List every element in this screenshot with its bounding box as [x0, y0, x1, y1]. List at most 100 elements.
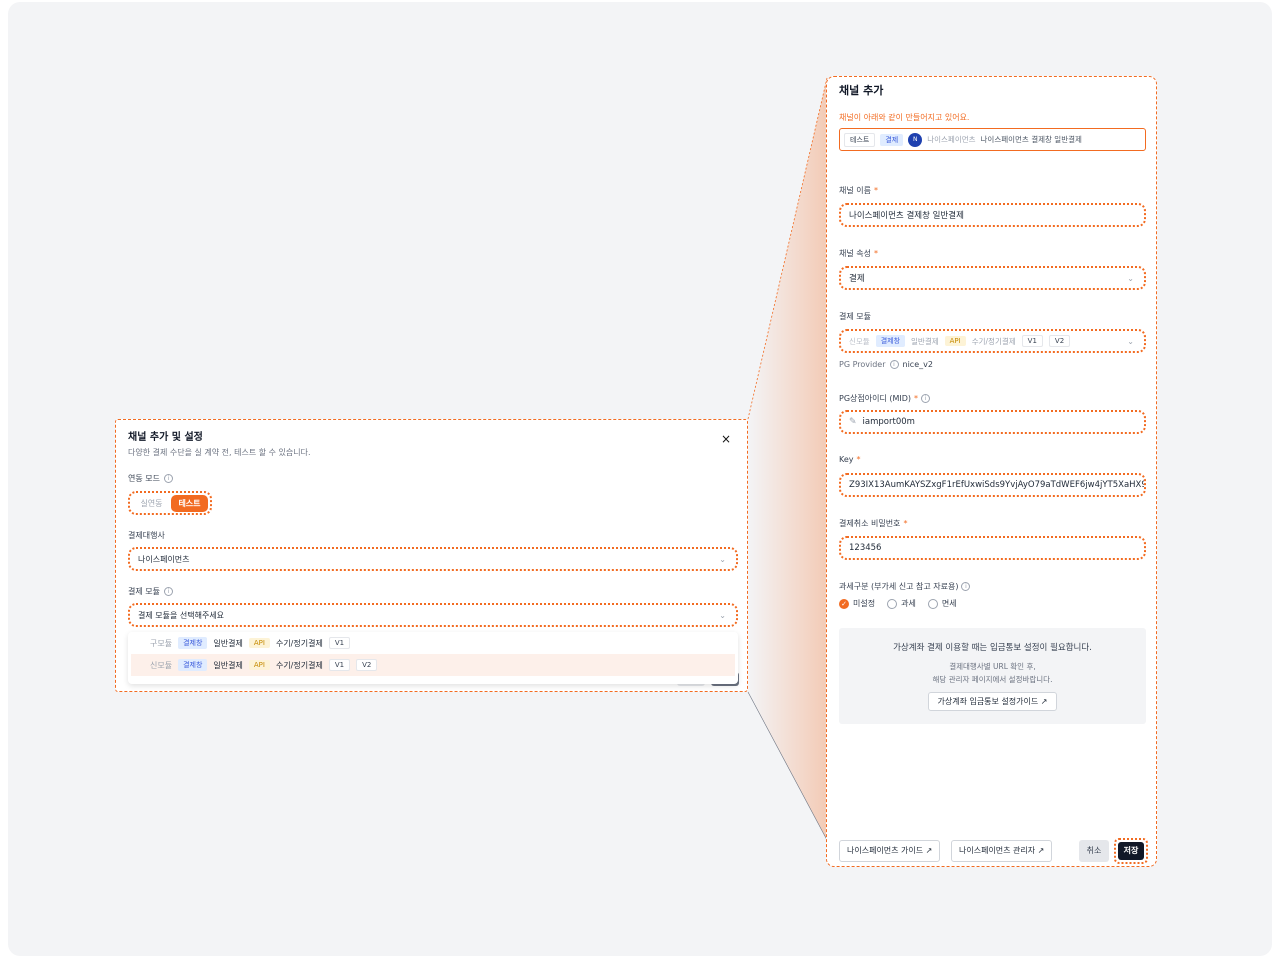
pg-provider-value: nice_v2	[902, 360, 933, 369]
mode-label: 연동 모드 i	[128, 473, 173, 484]
vbank-notice-box: 가상계좌 결제 이용할 때는 입금통보 설정이 필요합니다. 결제대행사별 UR…	[839, 628, 1146, 724]
info-icon[interactable]: i	[921, 394, 931, 403]
pg-label: 결제대행사	[128, 531, 165, 540]
label-text: 과세구분 (부가세 신고 참고 자료용)	[839, 582, 959, 591]
nicepay-admin-button[interactable]: 나이스페이먼츠 관리자 ↗	[951, 840, 1053, 862]
required-mark: *	[856, 455, 861, 464]
save-button-wrapper: 저장	[1114, 838, 1148, 864]
channel-attr-value: 결제	[849, 274, 865, 284]
label-text: Key	[839, 455, 854, 464]
cancel-pw-label: 결제취소 비밀번호 *	[839, 518, 907, 529]
mode-label-text: 연동 모드	[128, 474, 160, 483]
module-select[interactable]: 신모듈 결제창 일반결제 API 수기/정기결제 V1 V2 ⌄	[839, 329, 1146, 353]
tag-api: API	[248, 638, 270, 648]
info-icon[interactable]: i	[889, 360, 899, 369]
option-text: 일반결제	[213, 660, 243, 670]
module-label-text: 결제 모듈	[128, 587, 160, 596]
module-label: 결제 모듈	[839, 312, 871, 321]
channel-add-panel: 채널 추가 채널이 아래와 같이 만들어지고 있어요. 테스트 결제 N 나이스…	[826, 76, 1157, 867]
tag-version: V1	[1021, 335, 1043, 347]
modal-subtitle: 다양한 결제 수단을 실 계약 전, 테스트 할 수 있습니다.	[128, 448, 311, 457]
channel-summary: 테스트 결제 N 나이스페이먼츠 나이스페이먼츠 결제창 일반결제	[839, 128, 1146, 151]
label-text: 채널 이름	[839, 186, 871, 195]
module-name: 신모듈	[849, 336, 870, 346]
tax-radio-taxable[interactable]: 과세	[887, 598, 916, 609]
chevron-down-icon: ⌄	[719, 611, 726, 620]
vbank-guide-button[interactable]: 가상계좌 입금통보 설정가이드 ↗	[928, 692, 1057, 711]
option-text: 일반결제	[213, 638, 243, 648]
option-name: 신모듈	[150, 660, 173, 670]
label-text: 결제취소 비밀번호	[839, 519, 901, 528]
option-name: 구모듈	[150, 638, 173, 648]
info-icon[interactable]: i	[163, 587, 173, 596]
pg-select-value: 나이스페이먼츠	[138, 554, 190, 564]
tag-test: 테스트	[844, 132, 876, 147]
tag-version: V2	[356, 659, 378, 671]
radio-circle-icon	[887, 598, 898, 609]
label-text: 채널 속성	[839, 249, 871, 258]
panel-notice: 채널이 아래와 같이 만들어지고 있어요.	[839, 113, 970, 122]
pg-provider-row: PG Provider i nice_v2	[839, 360, 933, 369]
cancel-button[interactable]: 취소	[1079, 840, 1109, 862]
tag-version: V1	[328, 637, 351, 649]
pg-provider-label: PG Provider	[839, 360, 886, 369]
vbank-title: 가상계좌 결제 이용할 때는 입금통보 설정이 필요합니다.	[893, 643, 1092, 653]
save-button[interactable]: 저장	[1118, 842, 1144, 860]
mode-toggle[interactable]: 실연동 테스트	[128, 491, 212, 515]
pencil-icon: ✎	[849, 417, 857, 427]
nicepay-guide-button[interactable]: 나이스페이먼츠 가이드 ↗	[839, 840, 941, 862]
module-text: 일반결제	[911, 336, 939, 346]
panel-title: 채널 추가	[839, 84, 884, 97]
close-icon[interactable]: ×	[721, 432, 731, 446]
vbank-desc: 결제대행사별 URL 확인 후, 해당 관리자 페이지에서 설정바랍니다.	[839, 660, 1146, 686]
nicepay-logo-icon: N	[908, 132, 923, 147]
info-icon[interactable]: i	[163, 474, 173, 483]
mode-option-live[interactable]: 실연동	[132, 498, 171, 509]
vbank-desc-line2: 해당 관리자 페이지에서 설정바랍니다.	[932, 675, 1053, 684]
option-text: 수기/정기결제	[275, 638, 323, 648]
module-select[interactable]: 결제 모듈을 선택해주세요 ⌄	[128, 603, 738, 627]
tag-api: API	[944, 336, 966, 346]
tag-api: API	[248, 660, 270, 670]
option-text: 수기/정기결제	[275, 660, 323, 670]
channel-attr-label: 채널 속성 *	[839, 248, 878, 259]
required-mark: *	[873, 249, 878, 258]
mode-option-test[interactable]: 테스트	[170, 494, 208, 512]
required-mark: *	[903, 519, 908, 528]
radio-circle-icon	[927, 598, 938, 609]
key-input[interactable]: Z93IX13AumKAYSZxgF1rEfUxwiSds9YvjAyO79aT…	[839, 473, 1146, 497]
mid-label: PG상점아이디 (MID) * i	[839, 393, 931, 404]
summary-provider: 나이스페이먼츠	[927, 135, 976, 144]
module-label: 결제 모듈 i	[128, 586, 173, 597]
info-icon[interactable]: i	[961, 582, 971, 591]
label-text: PG상점아이디 (MID)	[839, 394, 912, 403]
tax-label: 과세구분 (부가세 신고 참고 자료용) i	[839, 581, 971, 592]
dropdown-option-old-module[interactable]: 구모듈 결제창 일반결제 API 수기/정기결제 V1	[128, 632, 738, 654]
chevron-down-icon: ⌄	[719, 555, 726, 564]
tax-radio-group: ✓ 미설정 과세 면세	[839, 598, 957, 609]
channel-settings-modal: 채널 추가 및 설정 다양한 결제 수단을 실 계약 전, 테스트 할 수 있습…	[115, 419, 748, 692]
channel-name-label: 채널 이름 *	[839, 185, 878, 196]
required-mark: *	[873, 186, 878, 195]
channel-name-input[interactable]: 나이스페이먼츠 결제창 일반결제	[839, 203, 1146, 227]
modal-title: 채널 추가 및 설정	[128, 432, 203, 443]
check-icon: ✓	[839, 598, 849, 609]
tax-radio-exempt[interactable]: 면세	[927, 598, 957, 609]
radio-label: 면세	[941, 599, 957, 608]
pg-select[interactable]: 나이스페이먼츠 ⌄	[128, 547, 738, 571]
radio-label: 과세	[901, 599, 916, 608]
chevron-down-icon: ⌄	[1127, 337, 1134, 346]
cancel-pw-input[interactable]: 123456	[839, 536, 1146, 560]
required-mark: *	[914, 394, 919, 403]
mid-value: iamport00m	[862, 417, 915, 427]
tax-radio-unset[interactable]: ✓ 미설정	[839, 598, 875, 609]
key-label: Key *	[839, 455, 861, 464]
tag-version: V2	[1048, 335, 1071, 347]
module-text: 수기/정기결제	[971, 336, 1016, 346]
mid-input[interactable]: ✎ iamport00m	[839, 410, 1146, 434]
summary-channel: 나이스페이먼츠 결제창 일반결제	[980, 135, 1082, 144]
dropdown-option-new-module[interactable]: 신모듈 결제창 일반결제 API 수기/정기결제 V1 V2	[131, 654, 735, 676]
radio-label: 미설정	[853, 599, 876, 608]
channel-attr-select[interactable]: 결제 ⌄	[839, 266, 1146, 290]
chevron-down-icon: ⌄	[1127, 274, 1134, 283]
